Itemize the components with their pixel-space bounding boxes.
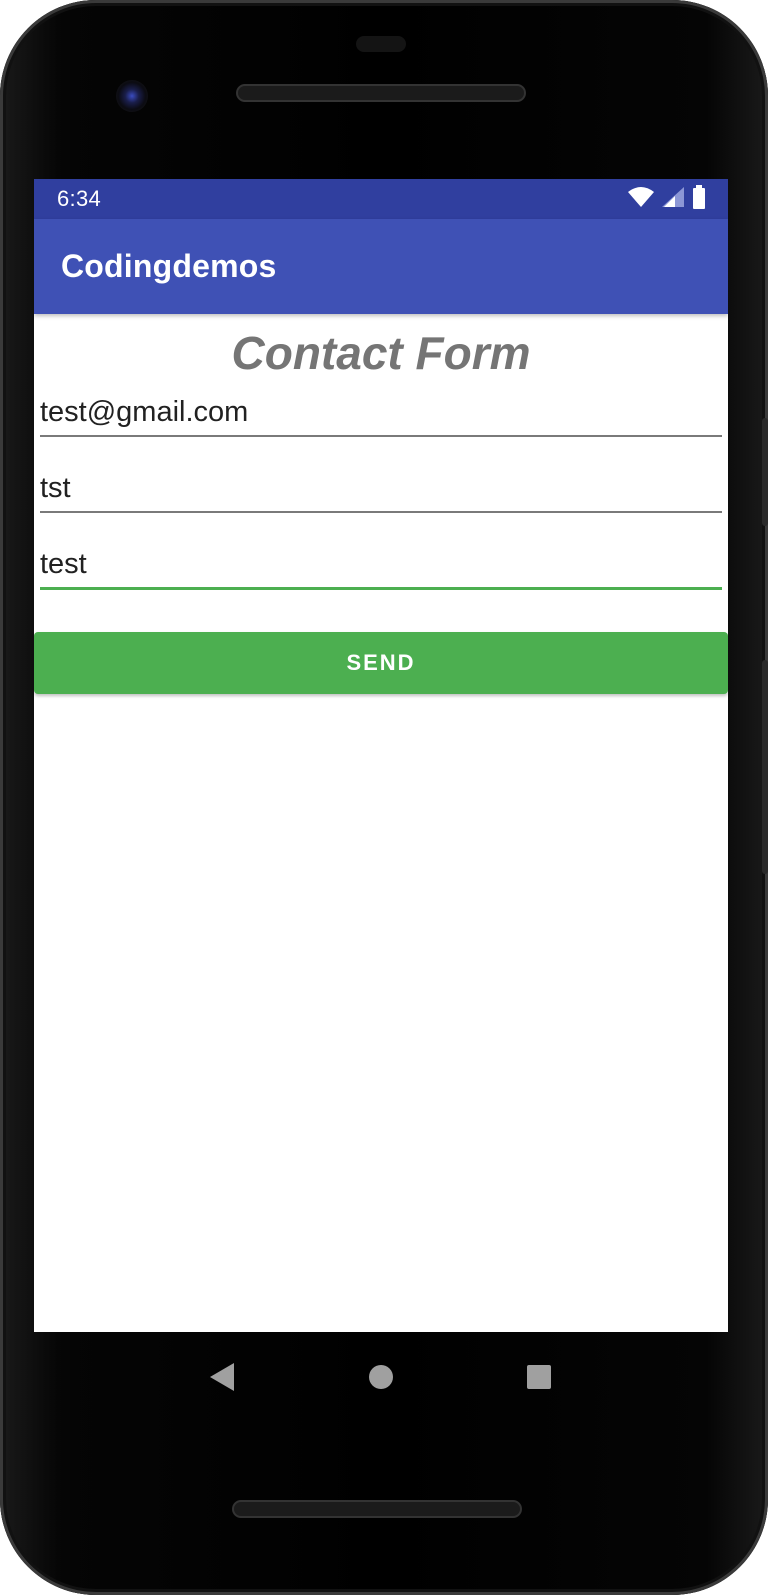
- subject-field-container: [40, 458, 722, 534]
- battery-icon: [692, 184, 706, 214]
- phone-frame: 6:34 Codingdemos Contact Form test@gmail…: [0, 0, 768, 1595]
- recents-icon: [527, 1365, 551, 1389]
- power-button: [762, 418, 768, 526]
- message-field-container: [40, 534, 722, 610]
- form-title: Contact Form: [231, 327, 531, 379]
- home-icon: [369, 1365, 393, 1389]
- screen: 6:34 Codingdemos Contact Form test@gmail…: [34, 179, 728, 1332]
- bottom-speaker: [232, 1500, 522, 1518]
- app-title: Codingdemos: [61, 248, 277, 284]
- back-icon: [210, 1363, 234, 1391]
- email-field-container: [40, 382, 722, 458]
- top-speaker: [236, 84, 526, 102]
- back-button[interactable]: [203, 1357, 243, 1397]
- proximity-sensor: [356, 36, 406, 52]
- front-camera-icon: [116, 80, 148, 112]
- signal-icon: [662, 186, 684, 212]
- home-button[interactable]: [361, 1357, 401, 1397]
- send-button[interactable]: SEND: [34, 632, 728, 694]
- navigation-bar: [34, 1332, 728, 1422]
- wifi-icon: [628, 186, 654, 212]
- subject-field[interactable]: [40, 472, 722, 513]
- app-bar: Codingdemos: [34, 219, 728, 314]
- volume-button: [762, 660, 768, 874]
- email-field[interactable]: [40, 396, 722, 437]
- status-time: 6:34: [57, 186, 102, 211]
- status-bar: 6:34: [34, 179, 728, 219]
- recents-button[interactable]: [519, 1357, 559, 1397]
- status-icons: [628, 184, 706, 214]
- message-field[interactable]: [40, 548, 722, 590]
- contact-form: Contact Form SEND: [34, 324, 728, 694]
